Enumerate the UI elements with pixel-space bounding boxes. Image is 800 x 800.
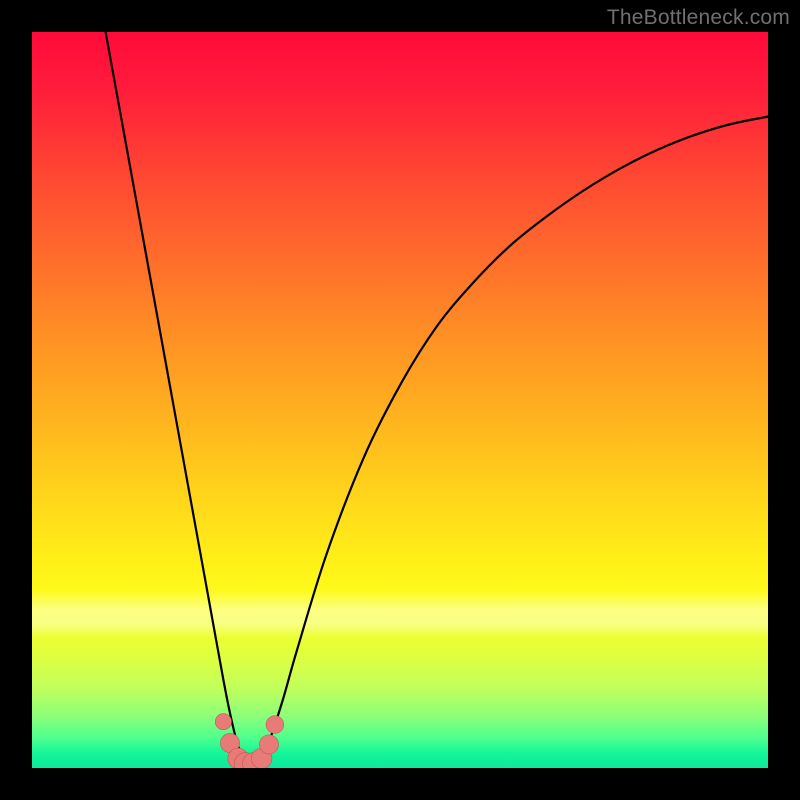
watermark-text: TheBottleneck.com [607,6,790,30]
bottleneck-curve [106,32,768,764]
trough-markers [215,714,283,768]
curve-layer [32,32,768,768]
trough-marker [266,716,284,734]
trough-marker [259,735,278,754]
chart-frame: TheBottleneck.com [0,0,800,800]
trough-marker [215,714,231,730]
plot-area [32,32,768,768]
